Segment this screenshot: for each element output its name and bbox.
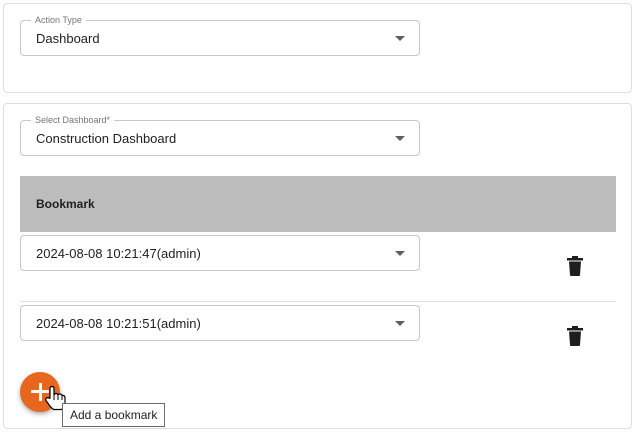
chevron-down-icon[interactable] bbox=[395, 321, 405, 326]
dashboard-card: Select Dashboard* Construction Dashboard… bbox=[3, 103, 632, 429]
bookmark-select-2[interactable]: 2024-08-08 10:21:51(admin) bbox=[20, 305, 420, 341]
add-bookmark-tooltip: Add a bookmark bbox=[62, 403, 166, 427]
bookmark-header-label: Bookmark bbox=[36, 197, 95, 211]
row-divider bbox=[20, 301, 616, 302]
bookmark-value-1: 2024-08-08 10:21:47(admin) bbox=[36, 246, 201, 261]
action-type-card: Action Type Dashboard bbox=[3, 3, 632, 93]
plus-icon bbox=[38, 383, 42, 401]
action-type-select[interactable]: Action Type Dashboard bbox=[20, 15, 420, 56]
action-type-value: Dashboard bbox=[36, 31, 100, 46]
bookmark-value-2: 2024-08-08 10:21:51(admin) bbox=[36, 316, 201, 331]
select-dashboard-select[interactable]: Select Dashboard* Construction Dashboard bbox=[20, 115, 420, 156]
bookmark-table-header: Bookmark bbox=[20, 176, 616, 232]
chevron-down-icon[interactable] bbox=[395, 136, 405, 141]
action-type-label: Action Type bbox=[31, 15, 86, 26]
bookmark-select-1[interactable]: 2024-08-08 10:21:47(admin) bbox=[20, 235, 420, 271]
trash-icon[interactable] bbox=[566, 256, 584, 276]
select-dashboard-label: Select Dashboard* bbox=[31, 115, 115, 126]
select-dashboard-value: Construction Dashboard bbox=[36, 131, 177, 146]
chevron-down-icon[interactable] bbox=[395, 36, 405, 41]
chevron-down-icon[interactable] bbox=[395, 251, 405, 256]
trash-icon[interactable] bbox=[566, 326, 584, 346]
